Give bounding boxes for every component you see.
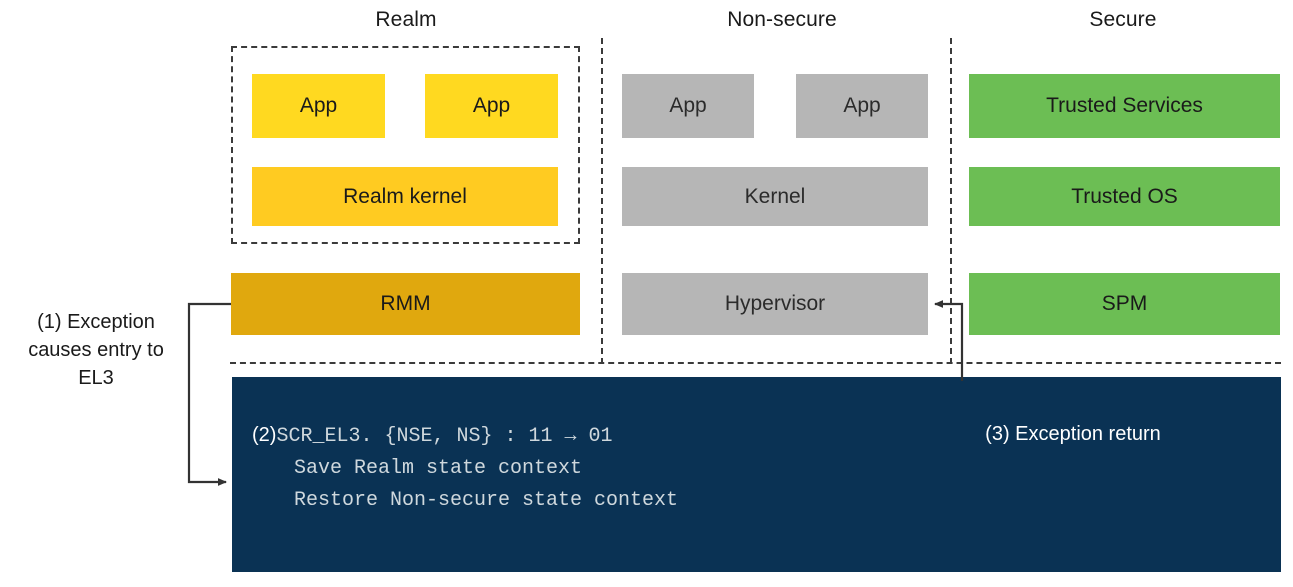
column-title-secure: Secure [1089,8,1157,31]
divider-nonsecure-secure [950,38,952,364]
block-spm: SPM [969,273,1280,335]
block-hypervisor: Hypervisor [622,273,928,335]
block-trusted-os: Trusted OS [969,167,1280,226]
arrow-exception-entry-el3 [187,302,231,486]
block-realm-kernel: Realm kernel [252,167,558,226]
el3-code-line-3: Restore Non-secure state context [294,489,679,512]
el3-boundary-line [230,362,1281,364]
column-title-non-secure: Non-secure [727,8,837,31]
el3-code-line-1: SCR_EL3. {NSE, NS} : 11 → 01 [276,425,613,448]
divider-realm-nonsecure [601,38,603,364]
block-rmm: RMM [231,273,580,335]
annotation-step3: (3) Exception return [985,423,1161,445]
step2-tag: (2) [252,424,277,446]
block-trusted-services: Trusted Services [969,74,1280,138]
column-title-realm: Realm [375,8,437,31]
annotation-step1: (1) Exception causes entry to EL3 [28,311,164,389]
block-nonsecure-kernel: Kernel [622,167,928,226]
arrow-exception-return [934,300,964,381]
block-nonsecure-app-1: App [622,74,754,138]
el3-code-listing: (2)SCR_EL3. {NSE, NS} : 11 → 01 Save Rea… [252,419,678,517]
diagram-canvas: Realm Non-secure Secure App App Realm ke… [0,0,1293,587]
block-nonsecure-app-2: App [796,74,928,138]
block-realm-app-2: App [425,74,558,138]
el3-code-line-2: Save Realm state context [294,457,583,480]
block-realm-app-1: App [252,74,385,138]
